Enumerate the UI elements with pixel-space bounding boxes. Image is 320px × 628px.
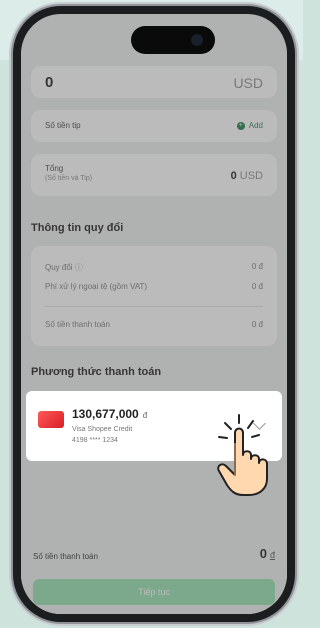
dynamic-island bbox=[131, 26, 215, 54]
dim-overlay bbox=[21, 14, 287, 614]
card-name: Visa Shopee Credit bbox=[72, 426, 133, 433]
phone-screen: 0 USD Số tiền tip + Add Tổng (Số tiền và… bbox=[21, 14, 287, 614]
camera-icon bbox=[191, 34, 203, 46]
card-balance-currency: đ bbox=[142, 411, 148, 420]
phone-frame: 0 USD Số tiền tip + Add Tổng (Số tiền và… bbox=[13, 6, 295, 622]
card-balance-amount: 130,677,000 bbox=[72, 407, 139, 421]
card-number: 4198 **** 1234 bbox=[72, 437, 118, 444]
card-balance: 130,677,000 đ bbox=[72, 407, 147, 421]
credit-card-icon bbox=[38, 411, 64, 428]
tap-hand-icon bbox=[217, 414, 268, 496]
